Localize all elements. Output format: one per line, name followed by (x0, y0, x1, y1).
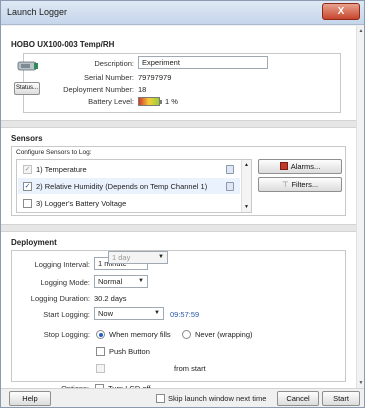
deployment-number-label: Deployment Number: (63, 85, 134, 94)
logging-interval-label: Logging Interval: (34, 260, 90, 269)
humidity-checkbox[interactable]: ✓ (23, 182, 32, 191)
section-divider-2 (1, 224, 356, 232)
alarms-button-label: Alarms... (290, 162, 321, 171)
logger-device-icon (17, 61, 38, 71)
window-title: Launch Logger (7, 7, 68, 17)
serial-label: Serial Number: (83, 73, 134, 82)
battery-value: 1 % (165, 97, 178, 106)
chevron-down-icon[interactable]: ▼ (244, 204, 249, 210)
temperature-label: 1) Temperature (36, 165, 87, 174)
sensor-row-humidity[interactable]: ✓ 2) Relative Humidity (Depends on Temp … (18, 178, 240, 194)
stop-never-wrapping-radio[interactable] (182, 330, 191, 339)
start-button[interactable]: Start (322, 391, 360, 406)
stop-logging-label: Stop Logging: (43, 330, 90, 339)
sensors-section-title: Sensors (11, 134, 43, 143)
alarm-icon (279, 162, 288, 170)
start-logging-value: Now (98, 309, 114, 318)
sensor-list[interactable]: ✓ 1) Temperature ✓ 2) Relative Humidity … (16, 159, 252, 213)
start-logging-select[interactable]: Now ▼ (94, 307, 164, 320)
push-button-checkbox[interactable] (96, 347, 105, 356)
sensor-config-icon[interactable] (226, 182, 234, 191)
logging-mode-label: Logging Mode: (40, 278, 90, 287)
skip-launch-label: Skip launch window next time (168, 394, 267, 403)
skip-launch-checkbox[interactable] (156, 394, 165, 403)
device-header: HOBO UX100-003 Temp/RH (11, 40, 115, 49)
help-button[interactable]: Help (9, 391, 51, 406)
deployment-section-title: Deployment (11, 238, 57, 247)
sensor-list-scrollbar[interactable]: ▲ ▼ (241, 160, 251, 212)
launch-logger-window: Launch Logger X HOBO UX100-003 Temp/RH S… (0, 0, 365, 408)
start-time-value: 09:57:59 (170, 310, 200, 319)
battery-icon (138, 97, 162, 106)
device-info-group: Status... Description: Experiment Serial… (14, 53, 341, 113)
battery-label: Battery Level: (88, 97, 134, 106)
chevron-down-icon: ▼ (138, 278, 144, 284)
main-scrollbar[interactable]: ▲ ▼ (356, 26, 364, 388)
filters-button-label: Filters... (291, 180, 319, 189)
logging-mode-select[interactable]: Normal ▼ (94, 275, 148, 288)
description-label: Description: (94, 59, 134, 68)
deployment-number-value: 18 (138, 85, 147, 94)
section-divider-1 (1, 120, 356, 128)
title-bar[interactable]: Launch Logger X (1, 1, 364, 25)
stop-memory-fills-radio[interactable] (96, 330, 105, 339)
stop-after-duration-value: 1 day (112, 253, 131, 262)
logging-duration-label: Logging Duration: (30, 294, 90, 303)
sensor-config-icon[interactable] (226, 165, 234, 174)
chevron-down-icon[interactable]: ▼ (358, 380, 364, 386)
filter-icon: ⊤ (281, 180, 289, 189)
stop-after-duration-select[interactable]: 1 day ▼ (108, 251, 168, 264)
description-input[interactable]: Experiment (138, 56, 268, 69)
serial-value: 79797979 (138, 73, 172, 82)
temperature-checkbox[interactable]: ✓ (23, 165, 32, 174)
chevron-down-icon: ▼ (158, 254, 164, 260)
logging-mode-value: Normal (98, 277, 123, 286)
chevron-down-icon: ▼ (154, 310, 160, 316)
alarms-button[interactable]: Alarms... (258, 159, 342, 174)
push-button-label: Push Button (109, 347, 150, 356)
close-button[interactable]: X (322, 3, 360, 20)
chevron-up-icon[interactable]: ▲ (244, 162, 249, 168)
humidity-label: 2) Relative Humidity (Depends on Temp Ch… (36, 182, 208, 191)
sensors-group: Configure Sensors to Log: ✓ 1) Temperatu… (11, 146, 346, 216)
battery-voltage-checkbox[interactable] (23, 199, 32, 208)
main-content: HOBO UX100-003 Temp/RH Status... Descrip… (1, 26, 356, 393)
from-start-label: from start (174, 364, 206, 373)
cancel-button[interactable]: Cancel (277, 391, 319, 406)
start-logging-label: Start Logging: (43, 310, 90, 319)
stop-after-checkbox[interactable] (96, 364, 105, 373)
chevron-up-icon[interactable]: ▲ (358, 28, 364, 34)
sensor-row-temperature[interactable]: ✓ 1) Temperature (18, 161, 240, 177)
status-button[interactable]: Status... (14, 82, 40, 95)
footer-bar: Help Skip launch window next time Cancel… (1, 388, 364, 407)
logging-duration-value: 30.2 days (94, 294, 127, 303)
configure-sensors-label: Configure Sensors to Log: (16, 149, 92, 156)
deployment-group: Logging Interval: 1 minute ▼ Logging Mod… (11, 250, 346, 382)
sensor-row-battery-voltage[interactable]: 3) Logger's Battery Voltage (18, 195, 240, 211)
stop-memory-fills-label: When memory fills (109, 330, 171, 339)
battery-voltage-label: 3) Logger's Battery Voltage (36, 199, 127, 208)
filters-button[interactable]: ⊤ Filters... (258, 177, 342, 192)
stop-never-wrapping-label: Never (wrapping) (195, 330, 253, 339)
